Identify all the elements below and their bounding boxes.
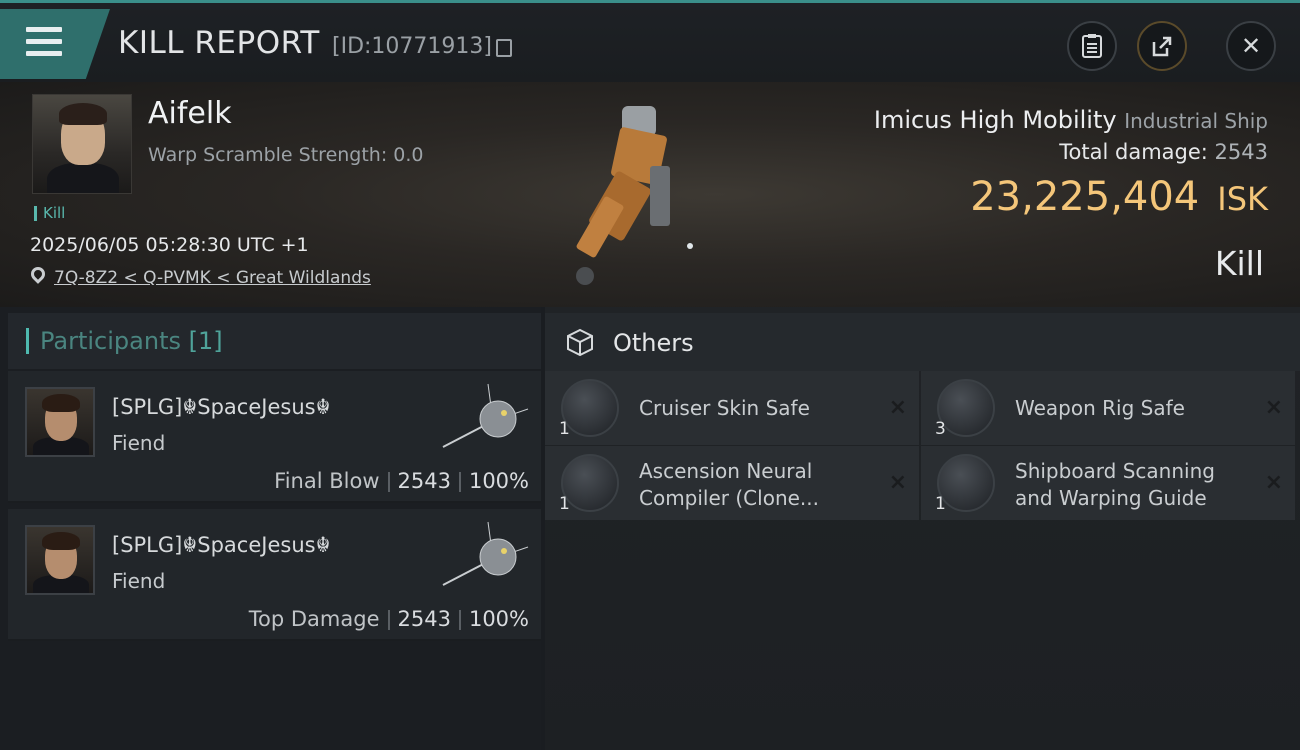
dropped-item[interactable]: 1 Shipboard Scanning and Warping Guide ×: [921, 446, 1295, 520]
participant-stats: Top Damage 2543 100%: [248, 607, 529, 631]
others-panel: Others 1 Cruiser Skin Safe × 3 Weapon Ri…: [545, 307, 1300, 750]
menu-button[interactable]: [0, 9, 110, 79]
participant-stats: Final Blow 2543 100%: [274, 469, 529, 493]
page-title: KILL REPORT: [118, 25, 320, 61]
clipboard-icon: [1082, 34, 1102, 58]
participant-name: [SPLG]☬SpaceJesus☬: [112, 533, 331, 557]
warp-scramble-strength: Warp Scramble Strength: 0.0: [148, 144, 424, 166]
participants-label: Participants: [40, 327, 181, 355]
location-pin-icon: [28, 264, 48, 284]
total-damage: Total damage: 2543: [1059, 140, 1268, 164]
victim-banner: Aifelk Warp Scramble Strength: 0.0 Kill …: [0, 82, 1300, 307]
item-quantity: 1: [559, 494, 570, 514]
ship-name[interactable]: Imicus High Mobility Industrial Ship: [874, 106, 1268, 134]
others-label: Others: [613, 329, 694, 357]
others-header: Others: [545, 313, 1300, 371]
clipboard-button[interactable]: [1067, 21, 1117, 71]
participant-avatar[interactable]: [25, 525, 95, 595]
share-button[interactable]: [1137, 21, 1187, 71]
destroyed-x-icon: ×: [1264, 395, 1283, 420]
kill-id: [ID:10771913]: [332, 34, 492, 59]
item-name: Cruiser Skin Safe: [639, 396, 810, 420]
kill-tag: Kill: [34, 206, 65, 221]
participant-ship: Fiend: [112, 431, 166, 455]
item-name: Ascension Neural Compiler (Clone...: [639, 459, 819, 510]
isk-value: 23,225,404 ISK: [970, 174, 1268, 220]
share-icon: [1152, 36, 1172, 57]
kill-datetime: 2025/06/05 05:28:30 UTC +1: [30, 234, 309, 256]
dropped-item[interactable]: 1 Cruiser Skin Safe ×: [545, 371, 919, 445]
destroyed-x-icon: ×: [888, 470, 907, 495]
victim-avatar[interactable]: [32, 94, 132, 194]
participant-ship: Fiend: [112, 569, 166, 593]
participant-avatar[interactable]: [25, 387, 95, 457]
participant-ship-icon: [442, 383, 529, 448]
participant-name: [SPLG]☬SpaceJesus☬: [112, 395, 331, 419]
cargo-box-icon: [567, 328, 593, 357]
ship-image: [576, 106, 693, 285]
participant-card[interactable]: [SPLG]☬SpaceJesus☬ Fiend Top Damage 2543 1…: [8, 509, 541, 641]
participant-ship-icon: [442, 521, 529, 586]
kill-location-link[interactable]: 7Q-8Z2 < Q-PVMK < Great Wildlands: [54, 268, 371, 288]
item-quantity: 3: [935, 419, 946, 439]
item-name: Weapon Rig Safe: [1015, 396, 1185, 420]
participants-panel: Participants [1] [SPLG]☬SpaceJesus☬ Fien…: [0, 307, 541, 750]
item-quantity: 1: [559, 419, 570, 439]
menu-icon: [26, 27, 62, 57]
close-icon: ✕: [1240, 32, 1262, 60]
participants-header: Participants [1]: [8, 313, 541, 369]
ship-class: Industrial Ship: [1124, 109, 1268, 133]
participants-count: [1]: [188, 327, 223, 355]
dropped-item[interactable]: 1 Ascension Neural Compiler (Clone... ×: [545, 446, 919, 520]
result-label: Kill: [1214, 244, 1264, 283]
close-button[interactable]: ✕: [1226, 21, 1276, 71]
item-quantity: 1: [935, 494, 946, 514]
copy-icon[interactable]: [496, 39, 512, 57]
destroyed-x-icon: ×: [888, 395, 907, 420]
participant-card[interactable]: [SPLG]☬SpaceJesus☬ Fiend Final Blow 2543 1…: [8, 371, 541, 503]
victim-name[interactable]: Aifelk: [148, 96, 232, 131]
destroyed-x-icon: ×: [1264, 470, 1283, 495]
dropped-item[interactable]: 3 Weapon Rig Safe ×: [921, 371, 1295, 445]
item-name: Shipboard Scanning and Warping Guide: [1015, 459, 1215, 510]
top-bar: KILL REPORT [ID:10771913] ✕: [0, 0, 1300, 82]
